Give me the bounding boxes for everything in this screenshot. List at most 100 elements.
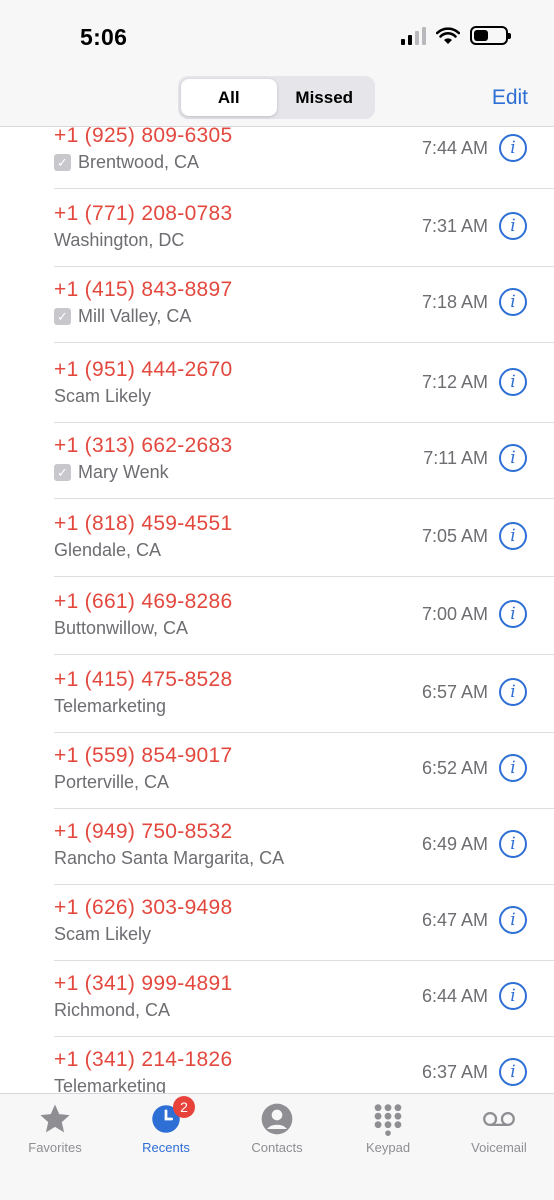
tab-recents[interactable]: 2 Recents	[111, 1096, 221, 1155]
call-row[interactable]: +1 (626) 303-9498 Scam Likely 6:47 AM i	[54, 884, 554, 961]
tab-favorites[interactable]: Favorites	[0, 1102, 110, 1155]
call-time: 7:31 AM	[421, 216, 488, 236]
caller-location: Richmond, CA	[54, 1000, 171, 1020]
voicemail-icon	[483, 1111, 515, 1127]
caller-location: Mary Wenk	[78, 462, 169, 482]
call-row[interactable]: +1 (415) 475-8528 Telemarketing 6:57 AM i	[54, 656, 554, 733]
edit-button[interactable]: Edit	[492, 86, 528, 110]
caller-subtitle: Scam Likely	[54, 924, 151, 945]
call-row[interactable]: +1 (949) 750-8532 Rancho Santa Margarita,…	[54, 808, 554, 885]
call-time: 7:11 AM	[423, 448, 488, 468]
info-icon[interactable]: i	[499, 600, 527, 628]
call-row[interactable]: +1 (951) 444-2670 Scam Likely 7:12 AM i	[54, 346, 554, 423]
call-time: 6:57 AM	[421, 682, 488, 702]
wifi-icon	[436, 26, 460, 44]
call-row[interactable]: +1 (661) 469-8286 Buttonwillow, CA 7:00 AM…	[54, 578, 554, 655]
verified-check-icon: ✓	[54, 464, 71, 481]
info-icon[interactable]: i	[499, 444, 527, 472]
caller-subtitle: ✓ Mill Valley, CA	[54, 306, 191, 327]
caller-number: +1 (313) 662-2683	[54, 434, 233, 457]
tab-label: Contacts	[251, 1140, 303, 1155]
keypad-icon	[374, 1104, 402, 1136]
caller-location: Telemarketing	[54, 696, 167, 716]
caller-number: +1 (951) 444-2670	[54, 358, 233, 381]
info-icon[interactable]: i	[499, 1058, 527, 1086]
call-time: 7:00 AM	[421, 604, 488, 624]
caller-location: Mill Valley, CA	[78, 306, 192, 326]
tab-keypad[interactable]: Keypad	[333, 1102, 443, 1155]
caller-location: Porterville, CA	[54, 772, 170, 792]
caller-number: +1 (925) 809-6305	[54, 127, 233, 147]
caller-subtitle: ✓ Brentwood, CA	[54, 152, 199, 173]
verified-check-icon: ✓	[54, 308, 71, 325]
call-row[interactable]: +1 (341) 999-4891 Richmond, CA 6:44 AM i	[54, 960, 554, 1037]
verified-check-icon: ✓	[54, 154, 71, 171]
call-time: 7:18 AM	[421, 292, 488, 312]
caller-location: Brentwood, CA	[78, 152, 200, 172]
caller-location: Washington, DC	[54, 230, 185, 250]
info-icon[interactable]: i	[499, 906, 527, 934]
segment-missed[interactable]: Missed	[277, 79, 373, 116]
tab-voicemail[interactable]: Voicemail	[444, 1102, 554, 1155]
tab-label: Recents	[142, 1140, 190, 1155]
tab-bar: Favorites 2 Recents Contacts Keypad Voic…	[0, 1093, 554, 1200]
call-row[interactable]: +1 (771) 208-0783 Washington, DC 7:31 AM i	[54, 190, 554, 267]
caller-subtitle: Washington, DC	[54, 230, 184, 251]
caller-subtitle: Porterville, CA	[54, 772, 169, 793]
caller-subtitle: ✓ Mary Wenk	[54, 462, 169, 483]
caller-number: +1 (818) 459-4551	[54, 512, 233, 535]
caller-number: +1 (949) 750-8532	[54, 820, 233, 843]
segment-all[interactable]: All	[181, 79, 277, 116]
recents-filter-segmented-control: All Missed	[178, 76, 375, 119]
caller-subtitle: Scam Likely	[54, 386, 151, 407]
status-time: 5:06	[80, 24, 128, 50]
caller-location: Buttonwillow, CA	[54, 618, 189, 638]
info-icon[interactable]: i	[499, 368, 527, 396]
call-time: 6:52 AM	[421, 758, 488, 778]
cellular-signal-icon	[401, 26, 426, 45]
caller-location: Glendale, CA	[54, 540, 162, 560]
call-row[interactable]: +1 (818) 459-4551 Glendale, CA 7:05 AM i	[54, 500, 554, 577]
caller-subtitle: Telemarketing	[54, 1076, 166, 1093]
info-icon[interactable]: i	[499, 134, 527, 162]
call-row[interactable]: +1 (341) 214-1826 Telemarketing 6:37 AM i	[54, 1036, 554, 1093]
call-row[interactable]: +1 (313) 662-2683 ✓ Mary Wenk 7:11 AM i	[54, 422, 554, 499]
info-icon[interactable]: i	[499, 830, 527, 858]
info-icon[interactable]: i	[499, 754, 527, 782]
tab-contacts[interactable]: Contacts	[222, 1102, 332, 1155]
battery-icon	[470, 26, 511, 45]
caller-number: +1 (626) 303-9498	[54, 896, 233, 919]
call-time: 6:37 AM	[421, 1062, 488, 1082]
recent-calls-list: +1 (925) 809-6305 ✓ Brentwood, CA 7:44 AM i +…	[0, 127, 554, 1093]
caller-location: Rancho Santa Margarita, CA	[54, 848, 285, 868]
tab-label: Voicemail	[471, 1140, 527, 1155]
call-time: 7:44 AM	[421, 138, 488, 158]
call-time: 6:44 AM	[421, 986, 488, 1006]
caller-subtitle: Buttonwillow, CA	[54, 618, 188, 639]
info-icon[interactable]: i	[499, 212, 527, 240]
status-icons	[401, 26, 511, 45]
caller-location: Scam Likely	[54, 386, 152, 406]
tab-label: Favorites	[28, 1140, 82, 1155]
call-row[interactable]: +1 (925) 809-6305 ✓ Brentwood, CA 7:44 AM i	[54, 127, 554, 189]
caller-number: +1 (415) 843-8897	[54, 278, 233, 301]
info-icon[interactable]: i	[499, 522, 527, 550]
tab-label: Keypad	[365, 1140, 411, 1155]
call-row[interactable]: +1 (415) 843-8897 ✓ Mill Valley, CA 7:18 AM…	[54, 266, 554, 343]
recents-badge: 2	[173, 1096, 195, 1118]
caller-location: Telemarketing	[54, 1076, 167, 1093]
call-time: 6:47 AM	[421, 910, 488, 930]
caller-location: Scam Likely	[54, 924, 152, 944]
caller-number: +1 (559) 854-9017	[54, 744, 233, 767]
caller-number: +1 (661) 469-8286	[54, 590, 233, 613]
call-time: 7:12 AM	[421, 372, 488, 392]
info-icon[interactable]: i	[499, 678, 527, 706]
battery-level	[474, 30, 488, 41]
caller-number: +1 (771) 208-0783	[54, 202, 233, 225]
call-row[interactable]: +1 (559) 854-9017 Porterville, CA 6:52 AM i	[54, 732, 554, 809]
info-icon[interactable]: i	[499, 982, 527, 1010]
caller-subtitle: Richmond, CA	[54, 1000, 170, 1021]
info-icon[interactable]: i	[499, 288, 527, 316]
caller-subtitle: Glendale, CA	[54, 540, 161, 561]
person-icon	[261, 1103, 293, 1135]
